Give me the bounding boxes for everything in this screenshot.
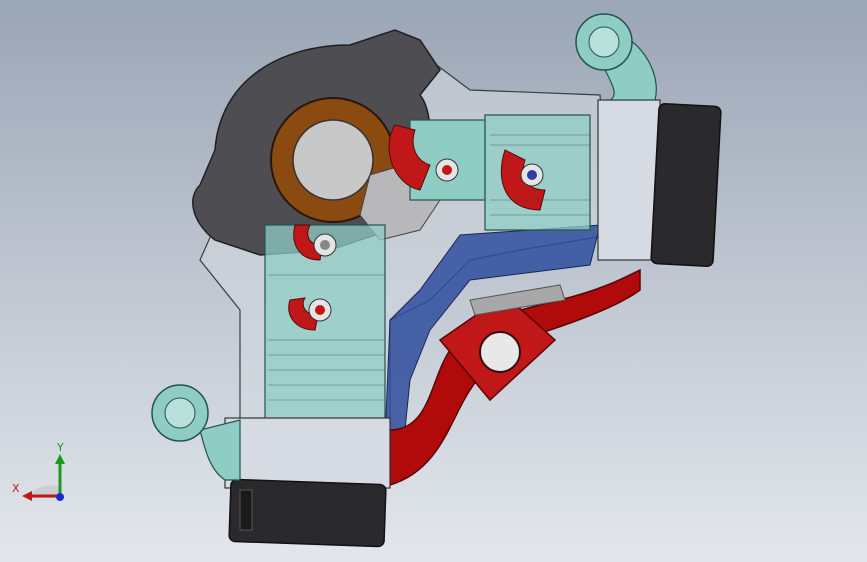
assembly-model[interactable] — [0, 0, 867, 562]
screw-4-center — [315, 305, 325, 315]
motor-connector — [239, 489, 253, 531]
y-axis-label: Y — [56, 441, 64, 454]
stepper-motor-right[interactable] — [650, 103, 722, 267]
stepper-motor-bottom[interactable] — [228, 478, 387, 548]
bearing-core — [292, 119, 374, 201]
hose-clamp-hole — [479, 331, 521, 373]
fitting-bottom-hole — [164, 397, 196, 429]
z-axis-dot — [56, 493, 64, 501]
fitting-elbow-bottom[interactable] — [199, 419, 241, 481]
motor-plate-right[interactable] — [597, 99, 661, 261]
fitting-top-hole — [588, 26, 620, 58]
x-axis-label: X — [12, 482, 20, 495]
axis-triad[interactable]: Y X — [10, 440, 80, 510]
screw-2-center — [527, 170, 537, 180]
y-axis-arrow — [55, 454, 65, 464]
screw-1-center — [442, 165, 452, 175]
motor-plate-bottom[interactable] — [224, 417, 391, 489]
screw-3-center — [320, 240, 330, 250]
x-axis-arrow — [22, 491, 32, 501]
cad-viewport[interactable]: Y X — [0, 0, 867, 562]
